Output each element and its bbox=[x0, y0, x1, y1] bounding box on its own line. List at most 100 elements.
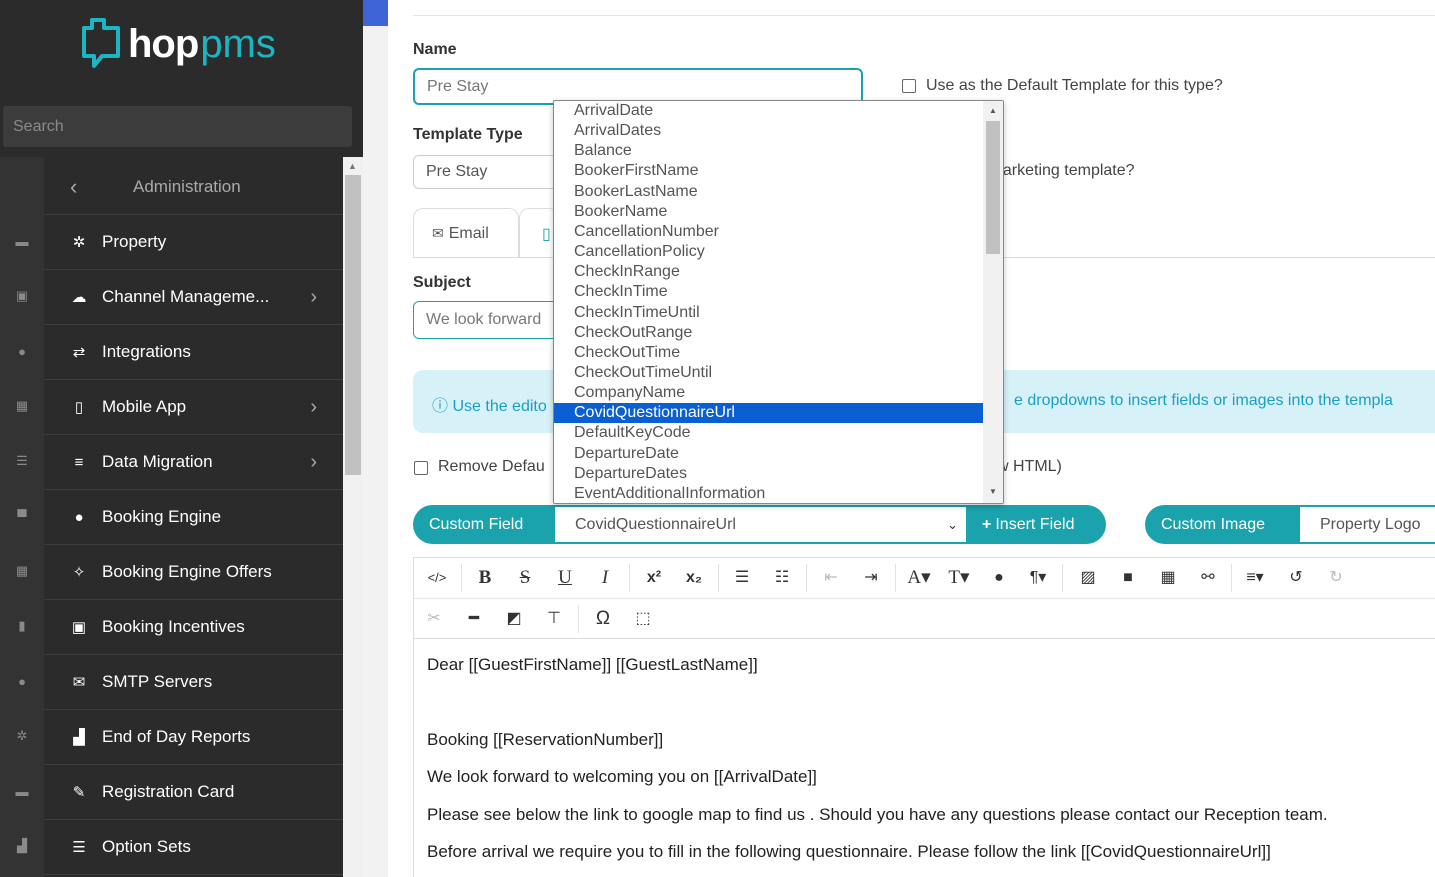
template-type-select[interactable]: Pre Stay bbox=[413, 155, 573, 189]
bold-icon[interactable]: B bbox=[471, 566, 499, 590]
custom-image-select[interactable]: Property Logo bbox=[1298, 505, 1435, 544]
sidebar-item-booking-incentives[interactable]: ▣ Booking Incentives bbox=[44, 600, 343, 655]
dropdown-option[interactable]: CancellationPolicy bbox=[554, 242, 983, 262]
dropdown-option[interactable]: DepartureDates bbox=[554, 464, 983, 484]
select-all-icon[interactable]: ⬚ bbox=[629, 607, 657, 631]
header-accent-strip bbox=[363, 0, 388, 26]
strikethrough-icon[interactable]: S bbox=[511, 566, 539, 590]
sidebar: hop pms ▬ ▣ ● ▦ ☰ ▀ ▦ ▮ ● ✲ ▬ ▟ ‹ Admini… bbox=[0, 0, 363, 877]
text-color-icon[interactable]: ● bbox=[985, 566, 1013, 590]
dropdown-option[interactable]: EventAdditionalInformation bbox=[554, 484, 983, 503]
sidebar-scrollbar[interactable]: ▲ bbox=[343, 157, 363, 877]
chevron-right-icon: › bbox=[310, 450, 317, 473]
remove-default-checkbox[interactable] bbox=[414, 461, 428, 475]
underline-icon[interactable]: U bbox=[551, 566, 579, 590]
custom-field-options-list[interactable]: ArrivalDate ArrivalDates Balance BookerFirs… bbox=[553, 100, 1004, 504]
dropdown-option[interactable]: CancellationNumber bbox=[554, 222, 983, 242]
superscript-icon[interactable]: x² bbox=[640, 566, 668, 590]
dropdown-option[interactable]: ArrivalDate bbox=[554, 101, 983, 121]
scrollbar-thumb[interactable] bbox=[986, 121, 1000, 254]
undo-icon[interactable]: ↺ bbox=[1282, 566, 1310, 590]
insert-field-label: Insert Field bbox=[995, 515, 1075, 533]
building-icon[interactable]: ▮ bbox=[12, 618, 32, 634]
money-icon[interactable]: ▣ bbox=[12, 288, 32, 304]
hoppms-logo[interactable]: hop pms bbox=[80, 14, 276, 74]
image-icon[interactable]: ▨ bbox=[1074, 566, 1102, 590]
sidebar-item-smtp-servers[interactable]: ✉ SMTP Servers bbox=[44, 655, 343, 710]
ordered-list-icon[interactable]: ☷ bbox=[768, 566, 796, 590]
eraser-icon[interactable]: ◩ bbox=[500, 607, 528, 631]
dropdown-option[interactable]: ArrivalDates bbox=[554, 121, 983, 141]
subscript-icon[interactable]: x₂ bbox=[680, 566, 708, 590]
format-painter-icon[interactable]: ⊤ bbox=[540, 607, 568, 631]
dropdown-option[interactable]: CheckOutTimeUntil bbox=[554, 363, 983, 383]
sidebar-item-booking-engine-offers[interactable]: ✧ Booking Engine Offers bbox=[44, 545, 343, 600]
redo-icon[interactable]: ↻ bbox=[1322, 566, 1350, 590]
indent-icon[interactable]: ⇥ bbox=[857, 566, 885, 590]
link-icon[interactable]: ⚯ bbox=[1194, 566, 1222, 590]
paragraph-format-icon[interactable]: ¶▾ bbox=[1021, 566, 1055, 590]
dropdown-scrollbar[interactable]: ▲ ▼ bbox=[983, 101, 1003, 503]
cogs-icon[interactable]: ✲ bbox=[12, 728, 32, 744]
email-body-editor[interactable]: Dear [[GuestFirstName]] [[GuestLastName]… bbox=[413, 639, 1435, 877]
insert-field-button[interactable]: + Insert Field bbox=[968, 505, 1106, 544]
scroll-up-icon[interactable]: ▲ bbox=[348, 161, 357, 171]
archive-icon[interactable]: ▀ bbox=[12, 508, 32, 524]
sidebar-item-option-sets[interactable]: ☰ Option Sets bbox=[44, 820, 343, 875]
align-icon[interactable]: ≡▾ bbox=[1238, 566, 1272, 590]
sidebar-item-channel-management[interactable]: ☁ Channel Manageme... › bbox=[44, 270, 343, 325]
font-size-icon[interactable]: T▾ bbox=[942, 566, 976, 590]
toolbar-separator bbox=[718, 564, 719, 592]
special-character-icon[interactable]: Ω bbox=[589, 607, 617, 631]
horizontal-line-icon[interactable]: ━ bbox=[460, 607, 488, 631]
tab-email[interactable]: ✉ Email bbox=[413, 208, 519, 258]
sidebar-item-booking-engine[interactable]: ● Booking Engine bbox=[44, 490, 343, 545]
users-icon[interactable]: ● bbox=[12, 343, 32, 359]
dropdown-option[interactable]: Balance bbox=[554, 141, 983, 161]
scrollbar-thumb[interactable] bbox=[345, 175, 361, 475]
sidebar-item-registration-card[interactable]: ✎ Registration Card bbox=[44, 765, 343, 820]
dropdown-option[interactable]: DepartureDate bbox=[554, 444, 983, 464]
bed-icon[interactable]: ▬ bbox=[12, 233, 32, 249]
calendar-icon[interactable]: ▦ bbox=[12, 398, 32, 414]
custom-field-select[interactable]: CovidQuestionnaireUrl ⌄ bbox=[553, 505, 968, 544]
dropdown-option[interactable]: CheckInTime bbox=[554, 282, 983, 302]
editor-toolbar: </> B S U I x² x₂ ☰ ☷ ⇤ ⇥ A▾ T▾ ● ¶▾ ▨ ■… bbox=[413, 557, 1435, 639]
sidebar-item-end-of-day-reports[interactable]: ▟ End of Day Reports bbox=[44, 710, 343, 765]
dropdown-option[interactable]: CheckOutRange bbox=[554, 323, 983, 343]
video-icon[interactable]: ■ bbox=[1114, 566, 1142, 590]
logo-pms-text: pms bbox=[200, 21, 276, 66]
font-family-icon[interactable]: A▾ bbox=[902, 566, 936, 590]
unordered-list-icon[interactable]: ☰ bbox=[728, 566, 756, 590]
dropdown-option[interactable]: DefaultKeyCode bbox=[554, 423, 983, 443]
administration-back[interactable]: ‹ Administration bbox=[44, 157, 343, 215]
dropdown-option[interactable]: CompanyName bbox=[554, 383, 983, 403]
credit-card-icon[interactable]: ▬ bbox=[12, 783, 32, 799]
sidebar-item-data-migration[interactable]: ≡ Data Migration › bbox=[44, 435, 343, 490]
dropdown-option[interactable]: CheckInTimeUntil bbox=[554, 303, 983, 323]
sidebar-item-integrations[interactable]: ⇄ Integrations bbox=[44, 325, 343, 380]
sidebar-search-input[interactable] bbox=[3, 106, 352, 147]
bar-chart-icon[interactable]: ▟ bbox=[12, 838, 32, 854]
dropdown-option[interactable]: CheckOutTime bbox=[554, 343, 983, 363]
code-view-icon[interactable]: </> bbox=[423, 566, 451, 590]
list-alt-icon[interactable]: ☰ bbox=[12, 453, 32, 469]
default-template-checkbox[interactable] bbox=[902, 79, 916, 93]
scroll-down-icon[interactable]: ▼ bbox=[989, 487, 997, 496]
sidebar-item-property[interactable]: ✲ Property bbox=[44, 215, 343, 270]
user-icon[interactable]: ● bbox=[12, 673, 32, 689]
cut-icon[interactable]: ✂ bbox=[420, 607, 448, 631]
italic-icon[interactable]: I bbox=[591, 566, 619, 590]
sidebar-item-label: Mobile App bbox=[102, 397, 187, 416]
dropdown-option[interactable]: CheckInRange bbox=[554, 262, 983, 282]
table-icon[interactable]: ▦ bbox=[1154, 566, 1182, 590]
dropdown-option[interactable]: BookerLastName bbox=[554, 182, 983, 202]
dropdown-option[interactable]: BookerFirstName bbox=[554, 161, 983, 181]
sidebar-item-mobile-app[interactable]: ▯ Mobile App › bbox=[44, 380, 343, 435]
subject-input[interactable]: We look forward bbox=[413, 301, 573, 339]
calendar-check-icon[interactable]: ▦ bbox=[12, 563, 32, 579]
outdent-icon[interactable]: ⇤ bbox=[817, 566, 845, 590]
dropdown-option[interactable]: BookerName bbox=[554, 202, 983, 222]
scroll-up-icon[interactable]: ▲ bbox=[989, 106, 997, 115]
dropdown-option[interactable]: CovidQuestionnaireUrl bbox=[554, 403, 983, 424]
